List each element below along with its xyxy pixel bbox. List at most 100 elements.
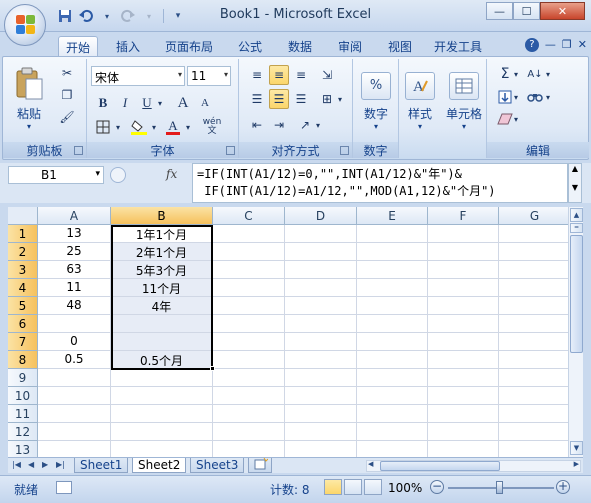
cell-g1[interactable]: [499, 225, 568, 243]
number-format-button[interactable]: % 数字 ▾: [359, 65, 393, 137]
merge-center-icon[interactable]: ⊞: [317, 89, 337, 109]
cell-c10[interactable]: [213, 387, 285, 405]
cell-d7[interactable]: [285, 333, 357, 351]
tab-developer[interactable]: 开发工具: [428, 36, 488, 56]
cell-g3[interactable]: [499, 261, 568, 279]
cell-a13[interactable]: [38, 441, 111, 457]
zoom-slider-thumb[interactable]: [496, 481, 503, 494]
name-box[interactable]: B1 ▾: [8, 166, 104, 184]
close-icon[interactable]: ✕: [540, 2, 585, 20]
clear-dropdown-icon[interactable]: ▾: [511, 109, 521, 129]
fill-color-dropdown-icon[interactable]: ▾: [149, 117, 159, 137]
align-right-icon[interactable]: ☰: [291, 89, 311, 109]
underline-button[interactable]: U: [137, 93, 157, 113]
cell-d13[interactable]: [285, 441, 357, 457]
macro-record-icon[interactable]: [56, 481, 72, 494]
row-header[interactable]: 5: [8, 297, 38, 315]
help-icon[interactable]: ?: [524, 38, 539, 52]
row-header[interactable]: 9: [8, 369, 38, 387]
page-layout-view-icon[interactable]: [344, 479, 362, 495]
sort-filter-dropdown-icon[interactable]: ▾: [543, 64, 553, 84]
cell-c7[interactable]: [213, 333, 285, 351]
cell-d12[interactable]: [285, 423, 357, 441]
merge-dropdown-icon[interactable]: ▾: [335, 89, 345, 109]
cell-g5[interactable]: [499, 297, 568, 315]
find-select-icon[interactable]: [525, 87, 545, 107]
cell-b4[interactable]: 11个月: [111, 279, 213, 297]
alignment-launcher-icon[interactable]: [340, 146, 349, 155]
cell-e3[interactable]: [357, 261, 428, 279]
cell-f1[interactable]: [428, 225, 499, 243]
restore-workbook-icon[interactable]: ❐: [562, 38, 572, 52]
cell-d6[interactable]: [285, 315, 357, 333]
tab-formulas[interactable]: 公式: [230, 36, 270, 56]
redo-dropdown-icon[interactable]: ▾: [140, 7, 158, 25]
cell-c3[interactable]: [213, 261, 285, 279]
save-icon[interactable]: [56, 7, 74, 25]
font-size-select[interactable]: 11 ▾: [187, 66, 231, 86]
increase-indent-icon[interactable]: ⇥: [269, 115, 289, 135]
cell-e12[interactable]: [357, 423, 428, 441]
cell-d11[interactable]: [285, 405, 357, 423]
cell-g4[interactable]: [499, 279, 568, 297]
phonetic-guide-button[interactable]: wén 文: [199, 117, 225, 137]
underline-dropdown-icon[interactable]: ▾: [155, 93, 165, 113]
cell-f2[interactable]: [428, 243, 499, 261]
column-header-c[interactable]: C: [213, 207, 285, 225]
clipboard-launcher-icon[interactable]: [74, 146, 83, 155]
last-sheet-icon[interactable]: ▶|: [56, 460, 65, 469]
cell-c1[interactable]: [213, 225, 285, 243]
cell-d9[interactable]: [285, 369, 357, 387]
grow-font-button[interactable]: A: [173, 93, 193, 113]
font-name-select[interactable]: 宋体 ▾: [91, 66, 185, 86]
cell-a9[interactable]: [38, 369, 111, 387]
select-all-button[interactable]: [8, 207, 38, 225]
cell-e7[interactable]: [357, 333, 428, 351]
format-painter-icon[interactable]: 🖌: [57, 107, 77, 127]
cell-f6[interactable]: [428, 315, 499, 333]
column-header-g[interactable]: G: [499, 207, 568, 225]
borders-icon[interactable]: [93, 117, 113, 137]
cell-g2[interactable]: [499, 243, 568, 261]
cell-b6[interactable]: [111, 315, 213, 333]
row-header[interactable]: 8: [8, 351, 38, 369]
cell-b5[interactable]: 4年: [111, 297, 213, 315]
first-sheet-icon[interactable]: |◀: [12, 460, 21, 469]
cell-a5[interactable]: 48: [38, 297, 111, 315]
cell-f4[interactable]: [428, 279, 499, 297]
cell-f9[interactable]: [428, 369, 499, 387]
autosum-dropdown-icon[interactable]: ▾: [511, 64, 521, 84]
cell-e4[interactable]: [357, 279, 428, 297]
cell-f3[interactable]: [428, 261, 499, 279]
formula-expand-icon[interactable]: ▲ ▼: [568, 163, 582, 203]
cell-b12[interactable]: [111, 423, 213, 441]
page-break-view-icon[interactable]: [364, 479, 382, 495]
column-header-a[interactable]: A: [38, 207, 111, 225]
cell-a3[interactable]: 63: [38, 261, 111, 279]
cell-b9[interactable]: [111, 369, 213, 387]
italic-button[interactable]: I: [115, 93, 135, 113]
cell-a4[interactable]: 11: [38, 279, 111, 297]
cell-a10[interactable]: [38, 387, 111, 405]
cell-e1[interactable]: [357, 225, 428, 243]
cell-a1[interactable]: 13: [38, 225, 111, 243]
row-header[interactable]: 12: [8, 423, 38, 441]
sheet-tab-3[interactable]: Sheet3: [190, 458, 245, 473]
formula-bar-toggle-icon[interactable]: [110, 167, 126, 183]
cell-g12[interactable]: [499, 423, 568, 441]
row-header[interactable]: 1: [8, 225, 38, 243]
zoom-out-icon[interactable]: −: [430, 480, 444, 494]
cell-f8[interactable]: [428, 351, 499, 369]
cell-e11[interactable]: [357, 405, 428, 423]
worksheet-grid[interactable]: ABCDEFG 1 13 1年1个月 2 25 2年1个月 3 63 5年3个月 4 11 11个月 5…: [8, 207, 568, 457]
customize-toolbar-icon[interactable]: ▾: [169, 7, 187, 25]
column-header-f[interactable]: F: [428, 207, 499, 225]
cell-b1[interactable]: 1年1个月: [111, 225, 213, 243]
scroll-right-icon[interactable]: ▶: [574, 460, 579, 468]
align-top-icon[interactable]: ≡: [247, 65, 267, 85]
cell-a6[interactable]: [38, 315, 111, 333]
column-header-b[interactable]: B: [111, 207, 213, 225]
row-header[interactable]: 7: [8, 333, 38, 351]
sheet-tab-2[interactable]: Sheet2: [132, 458, 187, 473]
cell-c5[interactable]: [213, 297, 285, 315]
